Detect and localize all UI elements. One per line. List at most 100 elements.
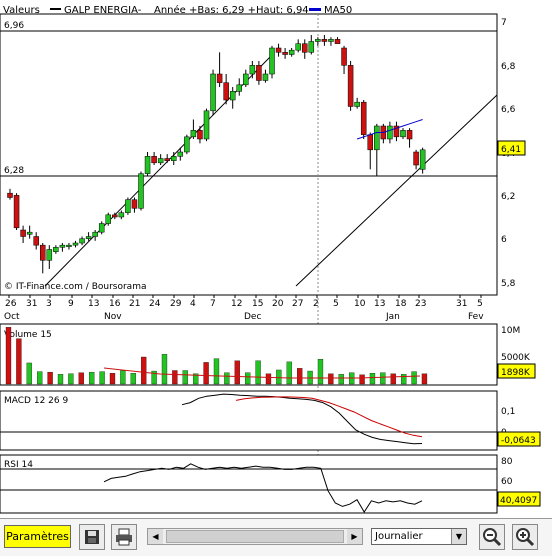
- candle-body: [216, 73, 223, 83]
- candle-body: [387, 125, 393, 140]
- rsi-panel-label: RSI 14: [4, 460, 33, 470]
- volume-bar: [286, 361, 292, 385]
- time-scrollbar[interactable]: ◀ ▶: [147, 528, 363, 545]
- candle-body: [236, 84, 242, 92]
- rsi-plot[interactable]: [0, 454, 498, 514]
- volume-bar: [130, 373, 136, 385]
- candle-body: [66, 244, 72, 247]
- printer-icon: [116, 528, 132, 546]
- volume-bar: [317, 359, 324, 385]
- date-tick-label: 21: [129, 299, 140, 309]
- parameters-button[interactable]: Paramètres: [4, 525, 71, 548]
- date-tick-label: 10: [354, 299, 366, 309]
- period-select-value: Journalier: [375, 531, 423, 542]
- stock-chart[interactable]: Valeurs GALP ENERGIA- Année +Bas: 6,29 +…: [0, 0, 552, 518]
- volume-bar: [359, 374, 365, 385]
- volume-bar: [328, 373, 334, 385]
- legend-swatch-stock: [50, 8, 61, 10]
- candle-body: [118, 212, 125, 218]
- volume-bar: [99, 371, 105, 385]
- candle-body: [190, 130, 197, 138]
- volume-bar: [172, 370, 178, 385]
- rsi-tick: 60: [501, 477, 513, 487]
- floppy-disk-icon: [85, 530, 99, 544]
- volume-bar: [78, 372, 84, 385]
- zoom-in-icon: [516, 528, 535, 547]
- date-tick-label: 18: [395, 299, 407, 309]
- macd-plot[interactable]: [0, 390, 498, 451]
- volume-bar: [224, 372, 230, 385]
- date-tick-label: 5: [477, 299, 483, 309]
- volume-last-value: 1898K: [501, 368, 531, 378]
- toolbar: Paramètres ◀ ▶ Journalier ▼: [0, 518, 552, 556]
- candle-body: [144, 156, 151, 174]
- volume-bar: [68, 373, 74, 385]
- date-axis: 26 31 3 9 13 16 21 24 29 4 7 12 15 20 27 2 5 10 13 18 23 31 5 O…: [4, 295, 484, 322]
- volume-bar: [421, 373, 428, 385]
- candle-body: [7, 192, 13, 198]
- candle-body: [210, 73, 216, 112]
- level-low-label: 6,28: [4, 166, 24, 176]
- price-tick: 5,8: [501, 279, 516, 289]
- date-tick-label: 24: [149, 299, 161, 309]
- candle-body: [400, 130, 406, 138]
- scrollbar-thumb[interactable]: [166, 530, 344, 543]
- candle-body: [92, 231, 98, 237]
- volume-bar: [401, 374, 407, 385]
- copyright-label: © IT-Finance.com / Boursorama: [4, 282, 146, 292]
- volume-bar: [411, 371, 417, 385]
- date-tick-label: 7: [210, 299, 216, 309]
- candle-body: [98, 223, 105, 233]
- candle-body: [79, 238, 85, 244]
- month-label: Dec: [244, 312, 261, 322]
- candle-body: [20, 229, 26, 237]
- candle-body: [367, 134, 373, 151]
- candle-body: [26, 231, 33, 235]
- candle-body: [419, 149, 426, 170]
- scroll-left-arrow-icon[interactable]: ◀: [148, 529, 163, 544]
- date-tick-label: 16: [109, 299, 121, 309]
- scroll-right-arrow-icon[interactable]: ▶: [347, 529, 362, 544]
- volume-bar: [255, 360, 261, 385]
- volume-bar: [390, 373, 396, 385]
- price-tick: 6: [501, 235, 507, 245]
- price-tick: 6,6: [501, 105, 516, 115]
- candle-body: [184, 136, 190, 153]
- price-tick: 6,2: [501, 192, 515, 202]
- candle-body: [151, 156, 157, 164]
- candle-body: [374, 125, 380, 151]
- candle-body: [315, 39, 321, 42]
- volume-bar: [120, 370, 126, 385]
- price-tick: 7: [501, 18, 507, 28]
- volume-bar: [109, 373, 116, 385]
- candle-body: [275, 47, 282, 53]
- candle-body: [354, 101, 360, 107]
- print-button[interactable]: [111, 524, 137, 550]
- volume-bar: [234, 360, 240, 385]
- candle-body: [112, 214, 118, 218]
- period-select[interactable]: Journalier ▼: [371, 528, 467, 545]
- candle-body: [308, 41, 315, 53]
- volume-panel-label: Volume 15: [4, 330, 52, 340]
- volume-bar: [203, 362, 209, 385]
- save-button[interactable]: [79, 524, 105, 550]
- date-tick-label: 31: [456, 299, 467, 309]
- candle-body: [197, 130, 203, 140]
- candle-body: [282, 52, 288, 55]
- zoom-out-button[interactable]: [479, 524, 505, 550]
- volume-bar: [380, 372, 386, 385]
- candle-body: [295, 43, 301, 51]
- date-tick-label: 23: [415, 299, 426, 309]
- zoom-in-button[interactable]: [512, 524, 538, 550]
- date-tick-label: 26: [5, 299, 17, 309]
- candle-body: [59, 244, 66, 248]
- date-tick-label: 15: [252, 299, 263, 309]
- candle-body: [288, 49, 295, 55]
- volume-bar: [182, 370, 188, 385]
- date-tick-label: 2: [313, 299, 319, 309]
- macd-last-value: -0,0643: [501, 436, 536, 446]
- zoom-out-icon: [483, 528, 502, 547]
- month-label: Oct: [4, 312, 20, 322]
- date-tick-label: 29: [170, 299, 182, 309]
- candle-body: [177, 151, 184, 157]
